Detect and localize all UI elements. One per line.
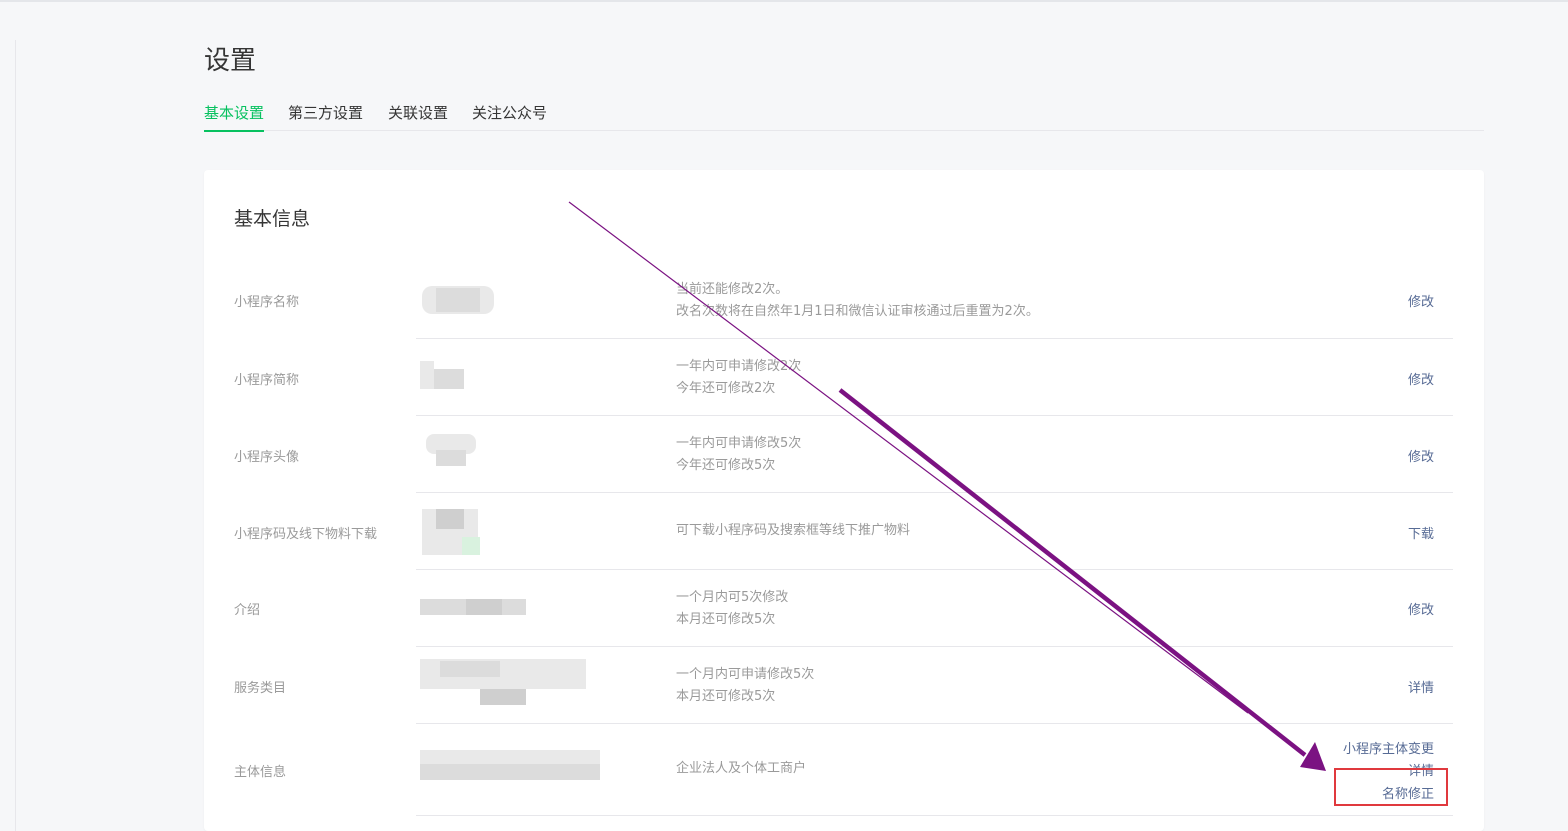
row-label: 介绍 xyxy=(234,603,261,618)
row-introduction: 介绍 一个月内可5次修改 本月还可修改5次 修改 xyxy=(204,570,1484,647)
highlight-box-annotation xyxy=(1334,768,1448,806)
row-desc: 可下载小程序码及搜索框等线下推广物料 xyxy=(676,523,911,538)
desc-line: 今年还可修改5次 xyxy=(676,458,776,473)
tab-follow-official-account[interactable]: 关注公众号 xyxy=(472,102,547,130)
service-category-details-link[interactable]: 详情 xyxy=(1408,677,1434,696)
row-qr-code-download: 小程序码及线下物料下载 可下载小程序码及搜索框等线下推广物料 下载 xyxy=(204,493,1484,570)
tab-association-settings[interactable]: 关联设置 xyxy=(388,102,448,130)
tab-third-party-settings[interactable]: 第三方设置 xyxy=(288,102,363,130)
page-title: 设置 xyxy=(204,46,257,76)
redacted-subject xyxy=(420,764,600,780)
row-desc: 一个月内可5次修改 本月还可修改5次 xyxy=(676,587,788,631)
desc-line: 一个月内可5次修改 xyxy=(676,590,789,605)
subject-change-link[interactable]: 小程序主体变更 xyxy=(1343,738,1434,757)
desc-line: 今年还可修改2次 xyxy=(676,381,776,396)
row-mini-program-short-name: 小程序简称 一年内可申请修改2次 今年还可修改2次 修改 xyxy=(204,339,1484,416)
row-label: 小程序头像 xyxy=(234,450,300,465)
desc-line: 当前还能修改2次。 xyxy=(676,282,789,297)
redacted-category xyxy=(480,689,526,705)
download-materials-link[interactable]: 下载 xyxy=(1408,523,1434,542)
row-desc: 一年内可申请修改5次 今年还可修改5次 xyxy=(676,433,801,477)
row-label: 主体信息 xyxy=(234,765,287,780)
modify-name-link[interactable]: 修改 xyxy=(1408,291,1434,310)
redacted-avatar xyxy=(436,450,466,466)
row-desc: 企业法人及个体工商户 xyxy=(676,761,807,776)
desc-line: 改名次数将在自然年1月1日和微信认证审核通过后重置为2次。 xyxy=(676,304,1039,319)
left-divider xyxy=(15,40,16,831)
card-title: 基本信息 xyxy=(234,208,311,230)
redacted-value xyxy=(436,288,480,312)
desc-line: 一个月内可申请修改5次 xyxy=(676,667,815,682)
row-desc: 一个月内可申请修改5次 本月还可修改5次 xyxy=(676,664,814,708)
basic-info-card: 基本信息 小程序名称 当前还能修改2次。 改名次数将在自然年1月1日和微信认证审… xyxy=(204,170,1484,831)
desc-line: 本月还可修改5次 xyxy=(676,689,776,704)
redacted-value xyxy=(420,361,434,389)
row-label: 小程序码及线下物料下载 xyxy=(234,527,378,542)
row-mini-program-name: 小程序名称 当前还能修改2次。 改名次数将在自然年1月1日和微信认证审核通过后重… xyxy=(204,262,1484,339)
row-mini-program-avatar: 小程序头像 一年内可申请修改5次 今年还可修改5次 修改 xyxy=(204,416,1484,493)
tab-bar: 基本设置 第三方设置 关联设置 关注公众号 xyxy=(204,100,1484,132)
modify-short-name-link[interactable]: 修改 xyxy=(1408,369,1434,388)
redacted-category xyxy=(440,661,500,677)
modify-avatar-link[interactable]: 修改 xyxy=(1408,446,1434,465)
row-label: 小程序简称 xyxy=(234,373,300,388)
row-desc: 当前还能修改2次。 改名次数将在自然年1月1日和微信认证审核通过后重置为2次。 xyxy=(676,279,1039,323)
redacted-qr-code xyxy=(462,537,480,555)
row-subject-info: 主体信息 企业法人及个体工商户 小程序主体变更 详情 名称修正 xyxy=(204,724,1484,816)
desc-line: 本月还可修改5次 xyxy=(676,612,776,627)
row-divider xyxy=(416,815,1453,816)
row-desc: 一年内可申请修改2次 今年还可修改2次 xyxy=(676,356,801,400)
redacted-qr-code xyxy=(436,509,464,529)
tab-basic-settings[interactable]: 基本设置 xyxy=(204,102,265,132)
redacted-value xyxy=(434,369,464,389)
desc-line: 一年内可申请修改5次 xyxy=(676,436,802,451)
top-border xyxy=(0,0,1568,2)
row-service-category: 服务类目 一个月内可申请修改5次 本月还可修改5次 详情 xyxy=(204,647,1484,724)
row-label: 小程序名称 xyxy=(234,295,300,310)
modify-intro-link[interactable]: 修改 xyxy=(1408,599,1434,618)
row-label: 服务类目 xyxy=(234,681,287,696)
redacted-intro xyxy=(466,599,502,615)
desc-line: 一年内可申请修改2次 xyxy=(676,359,802,374)
